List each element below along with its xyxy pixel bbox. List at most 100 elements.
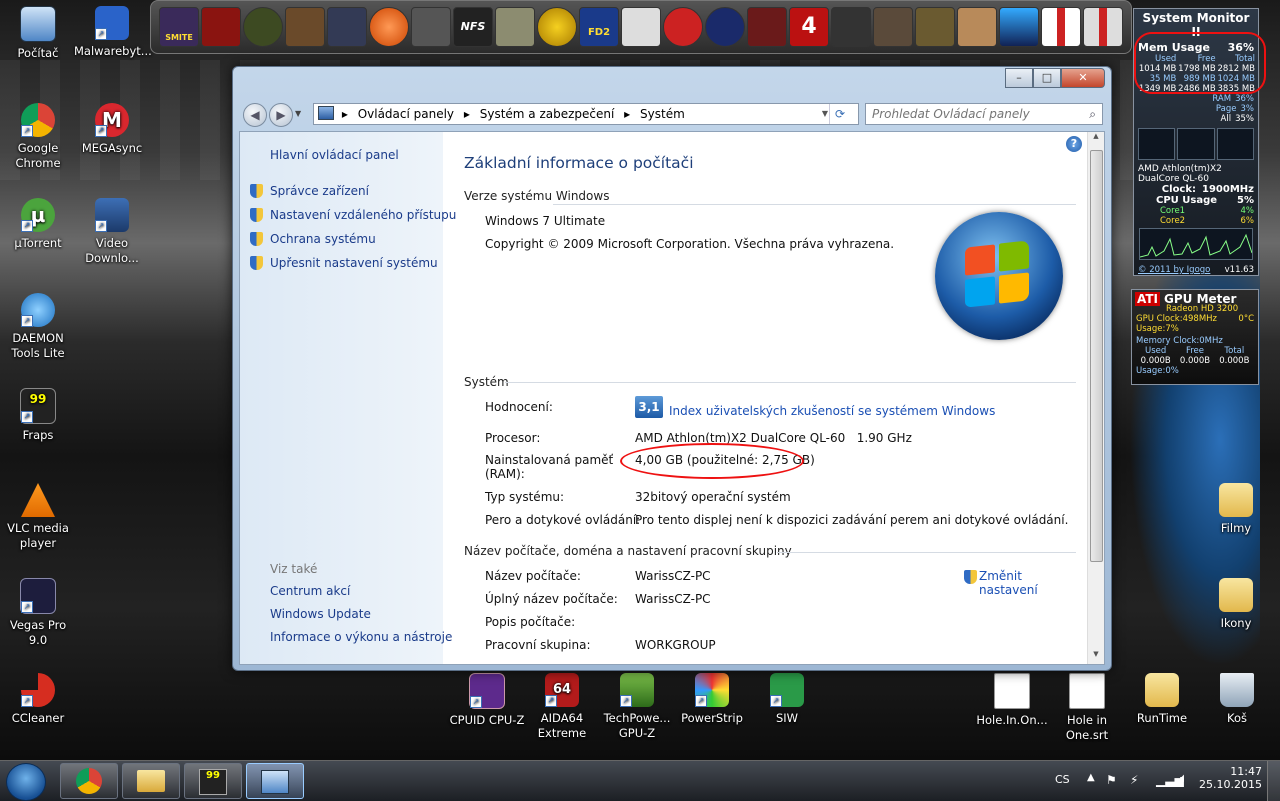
wolfenstein-icon[interactable] — [747, 7, 787, 47]
taskbar-control-panel[interactable] — [246, 763, 304, 799]
refresh-icon[interactable]: ⟳ — [829, 104, 850, 124]
desktop-icon-filmy[interactable]: Filmy — [1198, 483, 1274, 536]
action-center-flag-icon[interactable]: ⚑ — [1106, 773, 1117, 787]
desktop-icon-fraps[interactable]: 99 ↗ Fraps — [0, 388, 76, 443]
close-button[interactable]: ✕ — [1061, 68, 1105, 88]
search-box[interactable]: ⌕ — [865, 103, 1103, 125]
desktop-icon-srt[interactable]: Hole in One.srt — [1049, 673, 1125, 743]
game2-icon[interactable] — [201, 7, 241, 47]
arrow-back-icon[interactable] — [663, 7, 703, 47]
rating-badge[interactable]: 3,1 — [635, 396, 663, 418]
system-protection-link[interactable]: Ochrana systému — [270, 232, 376, 246]
game6-icon[interactable] — [369, 7, 409, 47]
windows-update-link[interactable]: Windows Update — [270, 607, 371, 621]
runtime-folder-icon — [1145, 673, 1179, 707]
language-indicator[interactable]: CS — [1055, 773, 1070, 786]
scrollbar-thumb[interactable] — [1090, 150, 1103, 562]
desktop-icon-powerstrip[interactable]: ↗ PowerStrip — [674, 673, 750, 726]
breadcrumb-item[interactable]: Ovládací panely — [358, 107, 454, 121]
desktop-icon-cpuz[interactable]: ↗ CPUID CPU-Z — [449, 673, 525, 728]
action-center-link[interactable]: Centrum akcí — [270, 584, 350, 598]
show-desktop-button[interactable] — [1267, 761, 1280, 801]
desktop-icon-video-downloader[interactable]: ↗ Video Downlo... — [74, 198, 150, 266]
advanced-settings-link[interactable]: Upřesnit nastavení systému — [270, 256, 438, 270]
desktop-icon-vegas[interactable]: ↗ Vegas Pro 9.0 — [0, 578, 76, 648]
gpu-meter-gadget[interactable]: ATI GPU Meter Radeon HD 3200 GPU Clock:4… — [1131, 289, 1259, 385]
back-button[interactable]: ◀ — [243, 103, 267, 127]
desktop-icon-siw[interactable]: ↗ SIW — [749, 673, 825, 726]
desktop-icon-megasync[interactable]: M ↗ MEGAsync — [74, 103, 150, 156]
desktop-icon-chrome[interactable]: ↗ Google Chrome — [0, 103, 76, 171]
left4dead-icon[interactable]: 4 — [789, 7, 829, 47]
clock[interactable]: 11:47 25.10.2015 — [1199, 765, 1262, 791]
gothic-icon[interactable] — [915, 7, 955, 47]
desktop-icon-runtime[interactable]: RunTime — [1124, 673, 1200, 726]
taskbar-explorer[interactable] — [122, 763, 180, 799]
nuclear-icon[interactable] — [537, 7, 577, 47]
gta-icon[interactable] — [957, 7, 997, 47]
gpu-val: 0.000B — [1179, 356, 1211, 366]
start-button[interactable] — [6, 763, 46, 801]
vertical-scrollbar[interactable]: ▲ ▼ — [1087, 132, 1104, 664]
desktop-icon-vlc[interactable]: VLC media player — [0, 483, 76, 551]
taskbar-fraps[interactable]: 99 — [184, 763, 242, 799]
cross-icon-2[interactable] — [1083, 7, 1123, 47]
car-game-icon[interactable] — [999, 7, 1039, 47]
system-window[interactable]: – □ ✕ ◀ ▶ ▼ ▸ Ovládací panely ▸ Systém a… — [232, 66, 1112, 671]
recent-pages-dropdown[interactable]: ▼ — [295, 109, 301, 118]
experience-index-link[interactable]: Index uživatelských zkušeností se systém… — [669, 404, 995, 418]
rating-label: Hodnocení: — [485, 400, 553, 414]
address-bar[interactable]: ▸ Ovládací panely ▸ Systém a zabezpečení… — [313, 103, 859, 125]
soldier-icon[interactable] — [831, 7, 871, 47]
game18-icon[interactable] — [873, 7, 913, 47]
power-icon[interactable]: ⚡ — [1130, 773, 1138, 787]
breadcrumb-item[interactable]: Systém — [640, 107, 685, 121]
nfs-icon[interactable]: NFS — [453, 7, 493, 47]
desktop-icon-recycle-bin[interactable]: Koš — [1199, 673, 1275, 726]
maximize-button[interactable]: □ — [1033, 68, 1061, 88]
device-manager-link[interactable]: Správce zařízení — [270, 184, 369, 198]
megasync-icon: M ↗ — [95, 103, 129, 137]
desktop-icon-utorrent[interactable]: µ ↗ µTorrent — [0, 198, 76, 251]
change-settings-link[interactable]: Změnit nastavení — [979, 569, 1084, 597]
search-input[interactable] — [866, 105, 1072, 123]
desktop-icon-video-file[interactable]: Hole.In.On... — [974, 673, 1050, 728]
address-dropdown-icon[interactable]: ▼ — [822, 104, 828, 124]
folder-icon — [137, 770, 165, 792]
desktop-icon-daemon[interactable]: ↗ DAEMON Tools Lite — [0, 293, 76, 361]
performance-info-link[interactable]: Informace o výkonu a nástroje — [270, 630, 452, 644]
control-panel-home-link[interactable]: Hlavní ovládací panel — [270, 148, 399, 162]
game5-icon[interactable] — [327, 7, 367, 47]
unreal-icon[interactable] — [705, 7, 745, 47]
game-launcher-dock: SMITE NFS FD2 4 — [150, 0, 1132, 54]
breadcrumb-item[interactable]: Systém a zabezpečení — [480, 107, 615, 121]
workgroup-label: Pracovní skupina: — [485, 638, 591, 652]
show-hidden-icons[interactable]: ▲ — [1087, 772, 1095, 783]
task-pane: Hlavní ovládací panel Správce zařízení N… — [240, 132, 456, 664]
remote-settings-link[interactable]: Nastavení vzdáleného přístupu — [270, 208, 456, 222]
search-icon[interactable]: ⌕ — [1089, 104, 1096, 124]
counter-strike-icon[interactable] — [495, 7, 535, 47]
taskbar-chrome[interactable] — [60, 763, 118, 799]
sysmon-version: v11.63 — [1224, 265, 1254, 275]
fifa-icon[interactable]: FD2 — [579, 7, 619, 47]
cross-icon-1[interactable] — [1041, 7, 1081, 47]
desktop-icon-computer[interactable]: Počítač — [0, 6, 76, 61]
smite-icon[interactable]: SMITE — [159, 7, 199, 47]
desktop-icon-ikony[interactable]: Ikony — [1198, 578, 1274, 631]
forward-button[interactable]: ▶ — [269, 103, 293, 127]
help-icon[interactable]: ? — [1066, 136, 1082, 152]
game3-icon[interactable] — [243, 7, 283, 47]
volume-icon[interactable]: 🔈︎ — [1180, 771, 1188, 786]
sysmon-credit-link[interactable]: © 2011 by Igogo — [1138, 265, 1210, 275]
assassins-creed-icon[interactable] — [621, 7, 661, 47]
clock-label: Clock: — [1161, 184, 1197, 195]
desktop-icon-malwarebytes[interactable]: ↗ Malwarebyt... — [74, 6, 152, 59]
desktop-icon-aida64[interactable]: 64 ↗ AIDA64 Extreme — [524, 673, 600, 741]
ati-logo: ATI — [1135, 292, 1161, 306]
world-of-tanks-icon[interactable] — [411, 7, 451, 47]
desktop-icon-gpuz[interactable]: ↗ TechPowe... GPU-Z — [599, 673, 675, 741]
game4-icon[interactable] — [285, 7, 325, 47]
desktop-icon-ccleaner[interactable]: ↗ CCleaner — [0, 673, 76, 726]
minimize-button[interactable]: – — [1005, 68, 1033, 88]
